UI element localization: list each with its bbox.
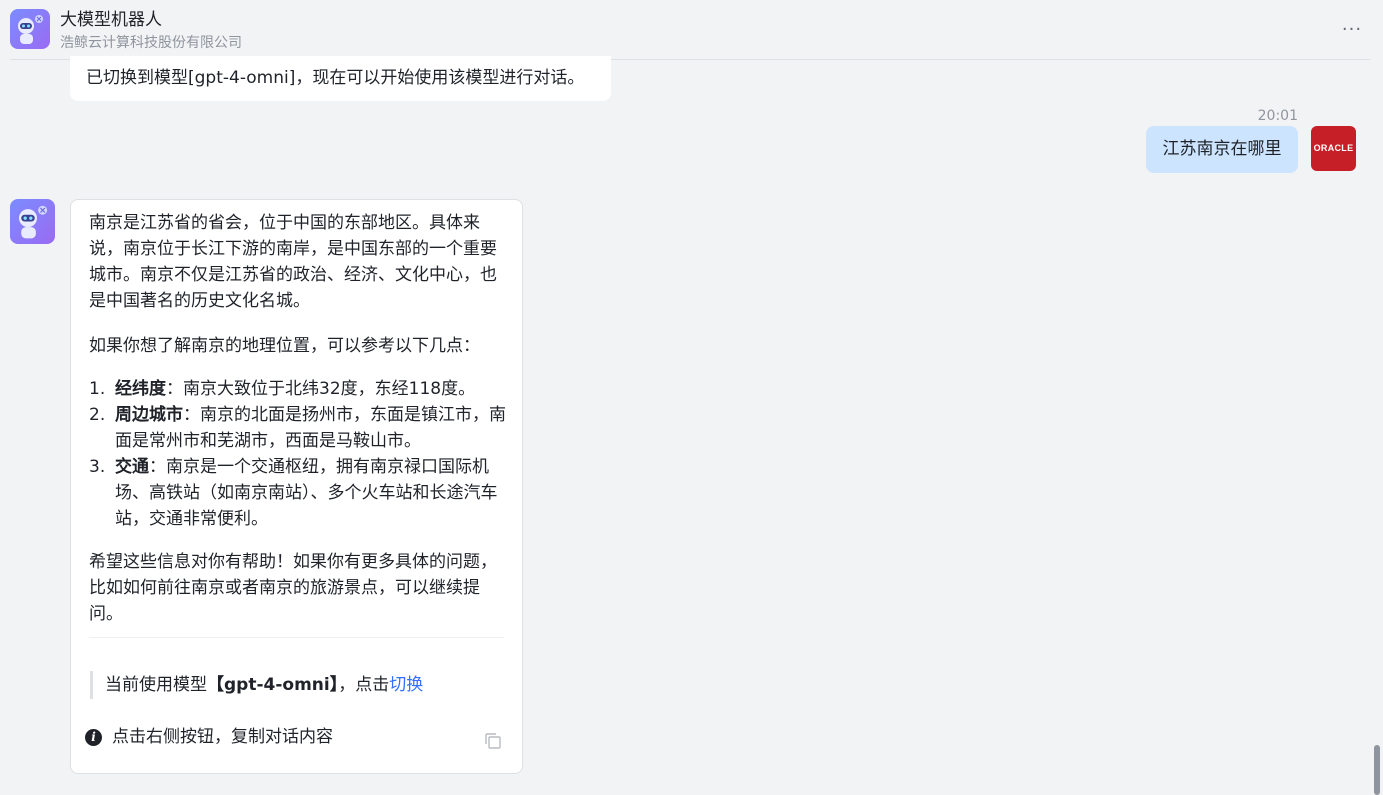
more-icon[interactable]: ···	[1336, 18, 1368, 42]
copy-icon[interactable]	[483, 731, 503, 751]
current-model-notice: 当前使用模型【gpt-4-omni】，点击切换	[90, 671, 423, 699]
list-number: 2.	[89, 405, 106, 425]
robot-icon	[10, 9, 50, 49]
bot-avatar-answer[interactable]	[10, 199, 55, 244]
model-name: 【gpt-4-omni】	[207, 675, 339, 695]
switch-model-link[interactable]: 切换	[389, 675, 423, 695]
answer-paragraph: 希望这些信息对你有帮助！如果你有更多具体的问题，比如如何前往南京或者南京的旅游景…	[89, 552, 497, 624]
bot-avatar[interactable]	[10, 9, 50, 49]
list-label: 周边城市	[115, 405, 183, 425]
list-text: ：南京是一个交通枢纽，拥有南京禄口国际机场、高铁站（如南京南站）、多个火车站和长…	[115, 457, 498, 529]
answer-paragraph: 南京是江苏省的省会，位于中国的东部地区。具体来说，南京位于长江下游的南岸，是中国…	[89, 213, 497, 311]
copy-hint-text: 点击右侧按钮，复制对话内容	[112, 727, 333, 747]
chat-header: 大模型机器人 浩鲸云计算科技股份有限公司 ···	[0, 0, 1383, 60]
info-icon: i	[85, 729, 102, 746]
robot-icon	[10, 199, 55, 244]
list-number: 1.	[89, 379, 106, 399]
scrollbar-thumb[interactable]	[1374, 745, 1380, 795]
chat-title: 大模型机器人	[60, 10, 162, 30]
list-label: 经纬度	[115, 379, 166, 399]
message-timestamp: 20:01	[1257, 108, 1298, 124]
list-content: 经纬度：南京大致位于北纬32度，东经118度。	[115, 376, 509, 402]
bot-answer-card: 南京是江苏省的省会，位于中国的东部地区。具体来说，南京位于长江下游的南岸，是中国…	[70, 199, 523, 774]
user-avatar[interactable]: ORACLE	[1311, 126, 1356, 171]
list-item: 3. 交通：南京是一个交通枢纽，拥有南京禄口国际机场、高铁站（如南京南站）、多个…	[89, 454, 509, 532]
model-prefix: 当前使用模型	[105, 675, 207, 695]
card-divider	[89, 637, 504, 638]
list-item: 2. 周边城市：南京的北面是扬州市，东面是镇江市，南面是常州市和芜湖市，西面是马…	[89, 402, 509, 454]
list-content: 周边城市：南京的北面是扬州市，东面是镇江市，南面是常州市和芜湖市，西面是马鞍山市…	[115, 402, 509, 454]
list-label: 交通	[115, 457, 149, 477]
list-content: 交通：南京是一个交通枢纽，拥有南京禄口国际机场、高铁站（如南京南站）、多个火车站…	[115, 454, 509, 532]
user-message-bubble: 江苏南京在哪里	[1146, 126, 1298, 173]
chat-subtitle: 浩鲸云计算科技股份有限公司	[60, 35, 242, 51]
model-suffix: ，点击	[338, 675, 390, 695]
list-text: ：南京大致位于北纬32度，东经118度。	[166, 379, 476, 399]
list-item: 1. 经纬度：南京大致位于北纬32度，东经118度。	[89, 376, 509, 402]
previous-bot-message: 已切换到模型[gpt-4-omni]，现在可以开始使用该模型进行对话。	[70, 56, 611, 101]
answer-paragraph: 如果你想了解南京的地理位置，可以参考以下几点：	[89, 336, 480, 356]
list-number: 3.	[89, 457, 106, 477]
